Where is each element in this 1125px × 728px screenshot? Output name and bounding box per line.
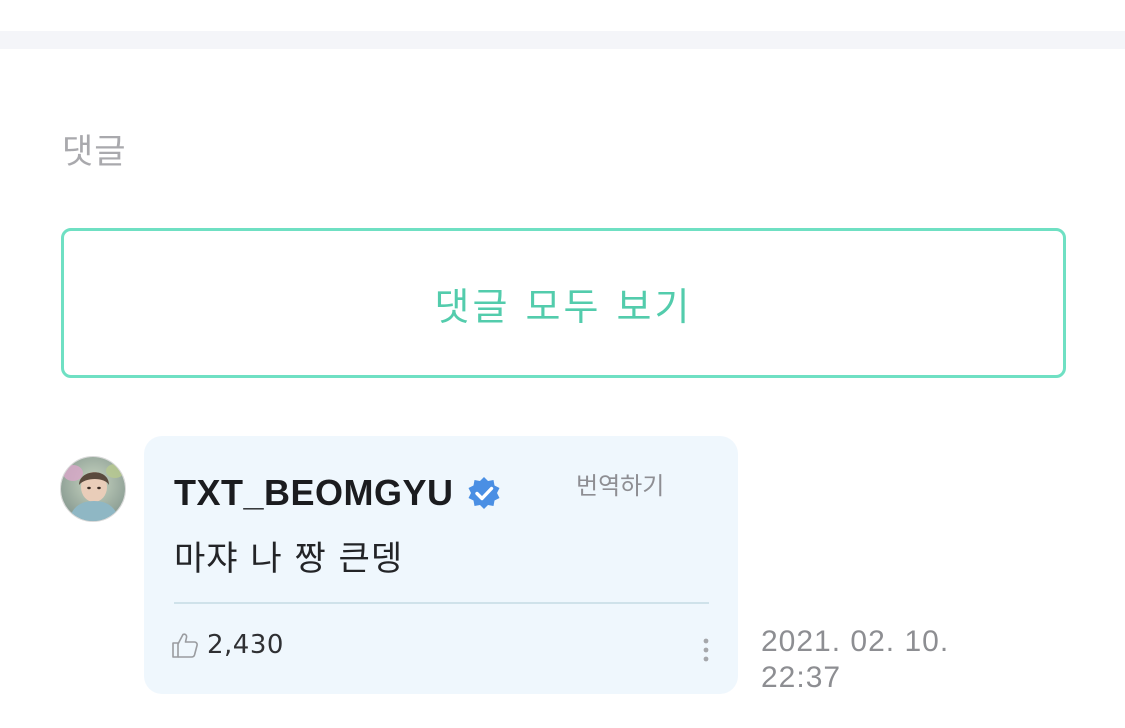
comment-time: 22:37 xyxy=(761,661,842,694)
comment-bubble: TXT_BEOMGYU 번역하기 마쟈 나 짱 큰뎅 2,430 xyxy=(144,436,738,694)
comment-date: 2021. 02. 10. xyxy=(761,625,950,658)
like-button[interactable]: 2,430 xyxy=(170,630,284,660)
like-count: 2,430 xyxy=(207,630,284,660)
comment-author-row: TXT_BEOMGYU xyxy=(174,472,502,514)
view-all-comments-button[interactable]: 댓글 모두 보기 xyxy=(61,228,1066,378)
comment-text: 마쟈 나 짱 큰뎅 xyxy=(174,539,404,579)
more-vertical-icon[interactable] xyxy=(696,636,716,666)
comment-divider xyxy=(174,602,709,604)
section-divider xyxy=(0,31,1125,49)
thumbs-up-icon xyxy=(170,630,200,660)
comment-author-name[interactable]: TXT_BEOMGYU xyxy=(174,472,454,514)
verified-badge-icon xyxy=(466,475,502,511)
avatar-image xyxy=(61,457,125,521)
avatar[interactable] xyxy=(60,456,126,522)
translate-link[interactable]: 번역하기 xyxy=(576,466,664,501)
comment-timestamp: 2021. 02. 10. 22:37 xyxy=(761,624,1021,696)
view-all-comments-label: 댓글 모두 보기 xyxy=(434,284,693,329)
comments-section-title: 댓글 xyxy=(62,132,127,172)
